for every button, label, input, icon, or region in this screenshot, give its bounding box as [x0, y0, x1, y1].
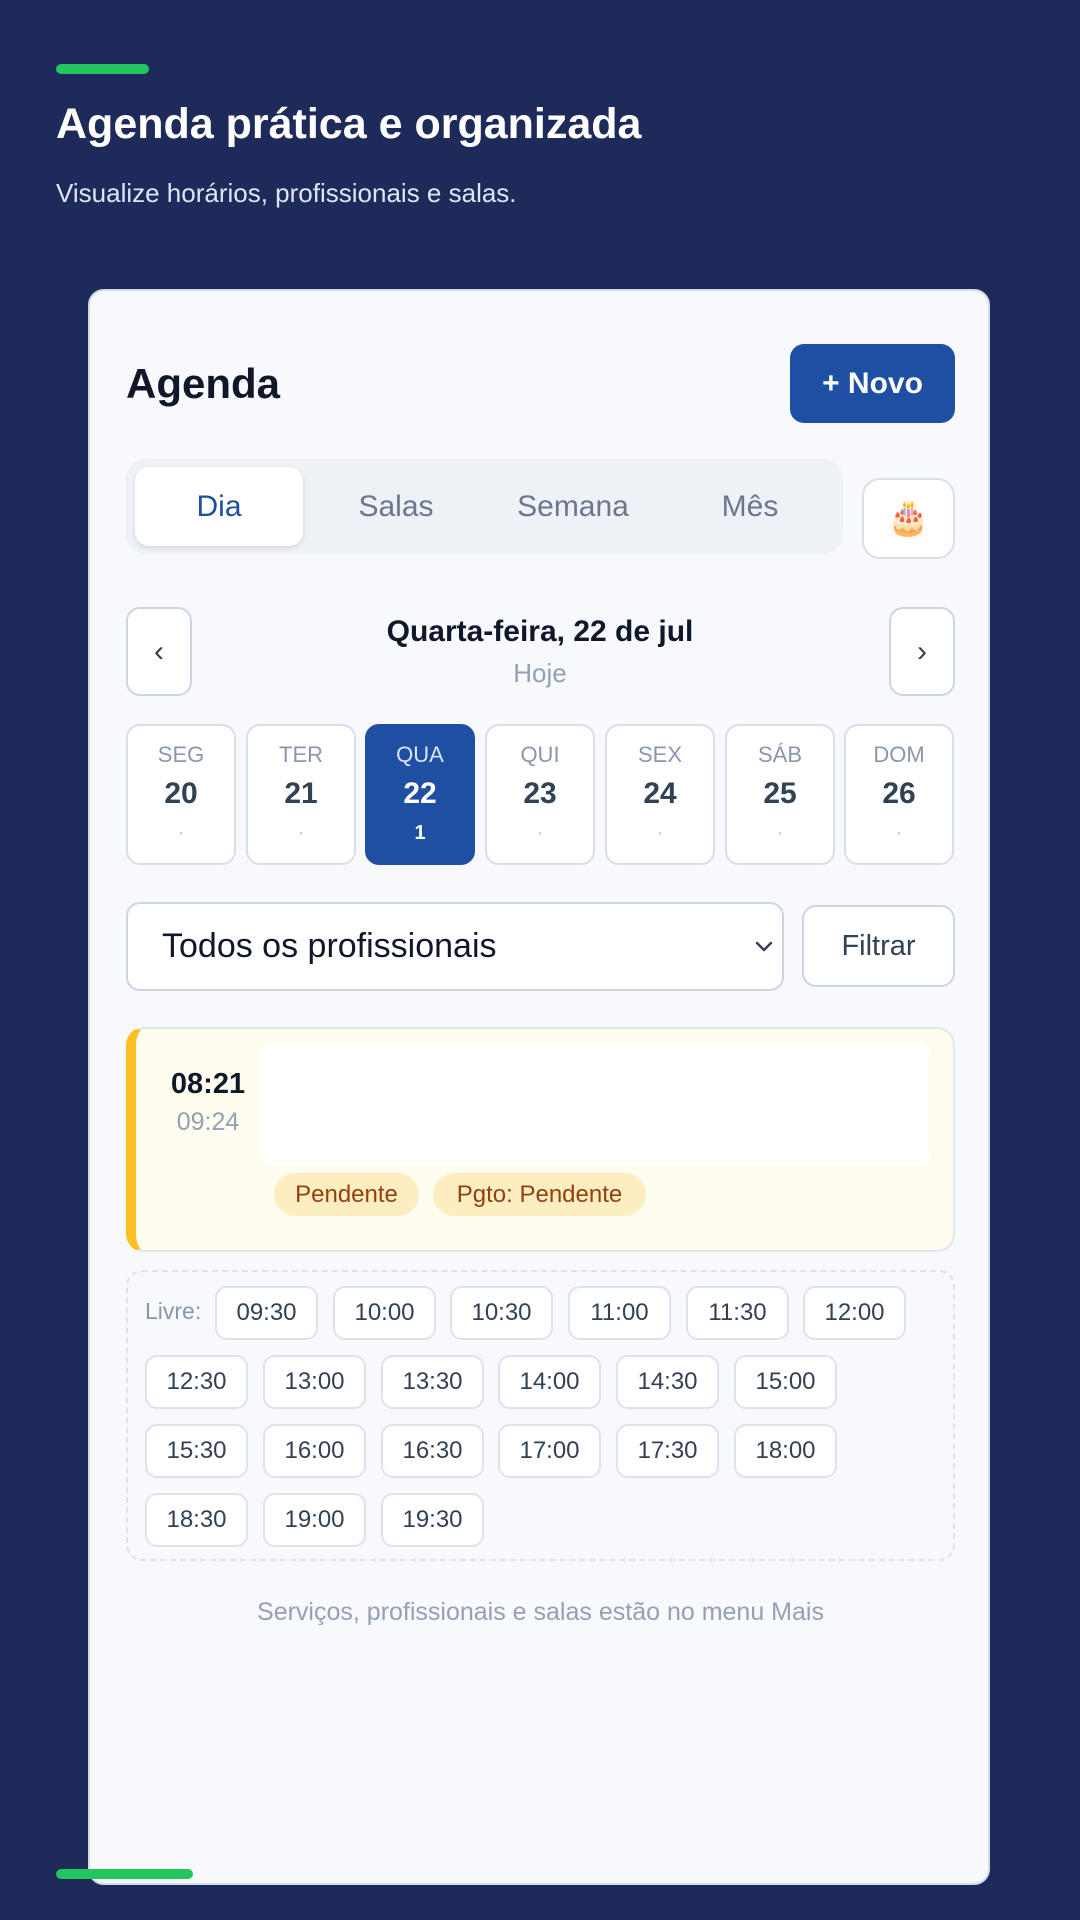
tab-week[interactable]: Semana	[489, 467, 657, 546]
page-title: Agenda	[126, 360, 281, 407]
day-weekday: DOM	[873, 742, 925, 767]
day-appointment-count: ·	[177, 822, 185, 844]
time-slot-chip[interactable]: 13:30	[381, 1355, 484, 1409]
chevron-down-icon	[755, 941, 773, 952]
time-slot-chip[interactable]: 16:30	[381, 1424, 484, 1478]
professional-select-value: Todos os profissionais	[162, 927, 497, 965]
day-card-thu[interactable]: QUI 23 ·	[485, 724, 595, 865]
time-slot-chip[interactable]: 14:00	[498, 1355, 601, 1409]
tab-month[interactable]: Mês	[666, 467, 834, 546]
menu-hint: Serviços, profissionais e salas estão no…	[257, 1598, 824, 1626]
hero-title: Agenda prática e organizada	[56, 100, 642, 148]
day-card-wed[interactable]: QUA 22 1	[365, 724, 475, 865]
time-slot-chip[interactable]: 18:00	[734, 1424, 837, 1478]
day-card-mon[interactable]: SEG 20 ·	[126, 724, 236, 865]
hero-subtitle: Visualize horários, profissionais e sala…	[56, 178, 517, 208]
day-card-sat[interactable]: SÁB 25 ·	[725, 724, 835, 865]
day-weekday: TER	[279, 742, 323, 767]
time-slot-chip[interactable]: 11:00	[568, 1286, 671, 1340]
chevron-right-icon: ›	[917, 635, 927, 668]
appointment-end-time: 09:24	[176, 1108, 240, 1136]
time-slot-chip[interactable]: 18:30	[145, 1493, 248, 1547]
filter-button[interactable]: Filtrar	[802, 905, 955, 987]
current-date-title: Quarta-feira, 22 de jul	[386, 615, 694, 648]
free-slots-label: Livre:	[145, 1298, 202, 1324]
time-slot-chip[interactable]: 11:30	[686, 1286, 789, 1340]
day-appointment-count: ·	[297, 822, 305, 844]
day-number: 24	[643, 777, 677, 810]
time-slot-chip[interactable]: 12:00	[803, 1286, 906, 1340]
accent-bar-top	[56, 64, 149, 74]
payment-status-badge: Pgto: Pendente	[433, 1173, 646, 1216]
time-slot-chip[interactable]: 19:00	[263, 1493, 366, 1547]
current-date-subtitle: Hoje	[513, 658, 567, 688]
accent-bar-bottom	[56, 1869, 193, 1879]
time-slot-chip[interactable]: 12:30	[145, 1355, 248, 1409]
time-slot-chip[interactable]: 10:30	[450, 1286, 553, 1340]
day-weekday: SÁB	[757, 742, 803, 767]
time-slot-chip[interactable]: 17:30	[616, 1424, 719, 1478]
time-slot-chip[interactable]: 14:30	[616, 1355, 719, 1409]
time-slot-chip[interactable]: 10:00	[333, 1286, 436, 1340]
day-weekday: SEX	[637, 742, 683, 767]
previous-day-button[interactable]: ‹	[126, 607, 192, 696]
day-appointment-count: ·	[776, 822, 784, 844]
day-number: 21	[284, 777, 318, 810]
time-slot-chip[interactable]: 19:30	[381, 1493, 484, 1547]
day-weekday: QUI	[520, 742, 560, 767]
appointment-details	[262, 1043, 929, 1166]
day-number: 25	[763, 777, 797, 810]
birthday-cake-icon: 🎂	[887, 499, 930, 537]
time-slot-chip[interactable]: 15:00	[734, 1355, 837, 1409]
time-slot-chip[interactable]: 15:30	[145, 1424, 248, 1478]
day-appointment-count: ·	[536, 822, 544, 844]
day-appointment-count: ·	[656, 822, 664, 844]
day-appointment-count: ·	[895, 822, 903, 844]
day-number: 23	[523, 777, 557, 810]
tab-day[interactable]: Dia	[135, 467, 303, 546]
new-appointment-button[interactable]: + Novo	[790, 344, 955, 423]
time-slot-chip[interactable]: 16:00	[263, 1424, 366, 1478]
time-slot-chip[interactable]: 09:30	[215, 1286, 318, 1340]
day-card-fri[interactable]: SEX 24 ·	[605, 724, 715, 865]
day-appointment-count: 1	[414, 822, 426, 844]
time-slot-chip[interactable]: 13:00	[263, 1355, 366, 1409]
status-badge: Pendente	[274, 1173, 419, 1216]
day-card-sun[interactable]: DOM 26 ·	[844, 724, 954, 865]
appointment-start-time: 08:21	[170, 1068, 246, 1100]
professional-select[interactable]: Todos os profissionais	[126, 902, 784, 991]
next-day-button[interactable]: ›	[889, 607, 955, 696]
birthdays-button[interactable]: 🎂	[862, 478, 955, 559]
day-number: 26	[882, 777, 916, 810]
day-weekday: SEG	[157, 742, 205, 767]
tab-rooms[interactable]: Salas	[312, 467, 480, 546]
day-card-tue[interactable]: TER 21 ·	[246, 724, 356, 865]
app-screen: Agenda + Novo Dia Salas Semana Mês 🎂 ‹ Q…	[88, 289, 990, 1885]
day-weekday: QUA	[396, 742, 444, 767]
day-number: 22	[403, 777, 437, 810]
day-number: 20	[164, 777, 198, 810]
time-slot-chip[interactable]: 17:00	[498, 1424, 601, 1478]
chevron-left-icon: ‹	[154, 635, 164, 668]
